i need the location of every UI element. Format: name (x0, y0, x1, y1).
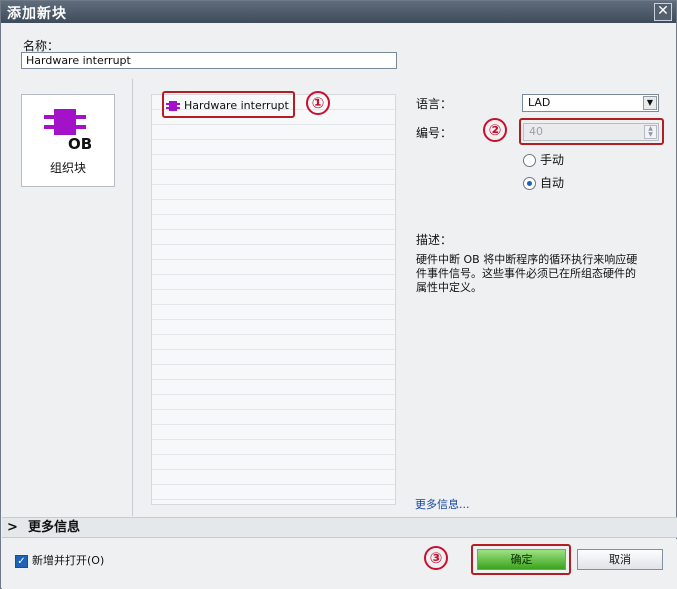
description-line: 属性中定义。 (416, 281, 482, 294)
block-type-ob-card[interactable]: OB 组织块 (21, 94, 115, 187)
chevron-down-icon[interactable]: ▼ (643, 96, 657, 110)
callout-box-3 (471, 544, 571, 575)
add-and-open-checkbox[interactable]: ✓ 新增并打开(O) (15, 554, 104, 568)
description-line: 件事件信号。这些事件必须已在所组态硬件的 (416, 267, 636, 280)
radio-manual[interactable]: 手动 (523, 151, 564, 168)
radio-auto[interactable]: 自动 (523, 174, 564, 191)
language-label: 语言： (416, 97, 453, 111)
callout-box-1 (162, 91, 295, 118)
chevron-right-icon[interactable]: > (7, 518, 18, 537)
more-info-bar-label: 更多信息 (28, 520, 81, 535)
ob-icon-text: OB (68, 135, 92, 153)
more-info-bar[interactable]: > 更多信息 (2, 517, 677, 538)
block-list: Hardware interrupt (151, 94, 396, 505)
radio-manual-dot[interactable] (523, 154, 536, 167)
language-select[interactable]: LAD ▼ (522, 94, 659, 112)
more-info-link[interactable]: 更多信息... (415, 496, 470, 512)
callout-number-2: ② (483, 118, 507, 142)
description-label: 描述： (416, 233, 453, 247)
add-and-open-label: 新增并打开(O) (32, 554, 105, 567)
radio-manual-label: 手动 (540, 153, 565, 167)
number-label: 编号： (416, 126, 453, 140)
language-value: LAD (528, 96, 551, 109)
callout-number-1: ① (306, 91, 330, 115)
callout-number-3: ③ (424, 546, 448, 570)
title-bar: 添加新块 ✕ (1, 1, 676, 23)
name-input[interactable] (21, 52, 397, 69)
description-text: 硬件中断 OB 将中断程序的循环执行来响应硬 件事件信号。这些事件必须已在所组态… (416, 253, 661, 295)
ob-block-icon: OB (44, 109, 92, 153)
block-type-label: 组织块 (49, 161, 86, 175)
add-new-block-dialog: 添加新块 ✕ 名称： OB 组织块 Hardware int (0, 0, 677, 589)
description-line: 硬件中断 OB 将中断程序的循环执行来响应硬 (416, 253, 638, 266)
block-type-panel: OB 组织块 (2, 79, 133, 516)
dialog-title: 添加新块 (7, 6, 67, 22)
callout-box-2 (519, 118, 664, 145)
close-icon[interactable]: ✕ (654, 3, 672, 21)
checkbox-check-icon[interactable]: ✓ (15, 554, 28, 568)
radio-auto-dot[interactable] (523, 177, 536, 190)
radio-auto-label: 自动 (540, 176, 565, 190)
cancel-button[interactable]: 取消 (577, 549, 663, 570)
